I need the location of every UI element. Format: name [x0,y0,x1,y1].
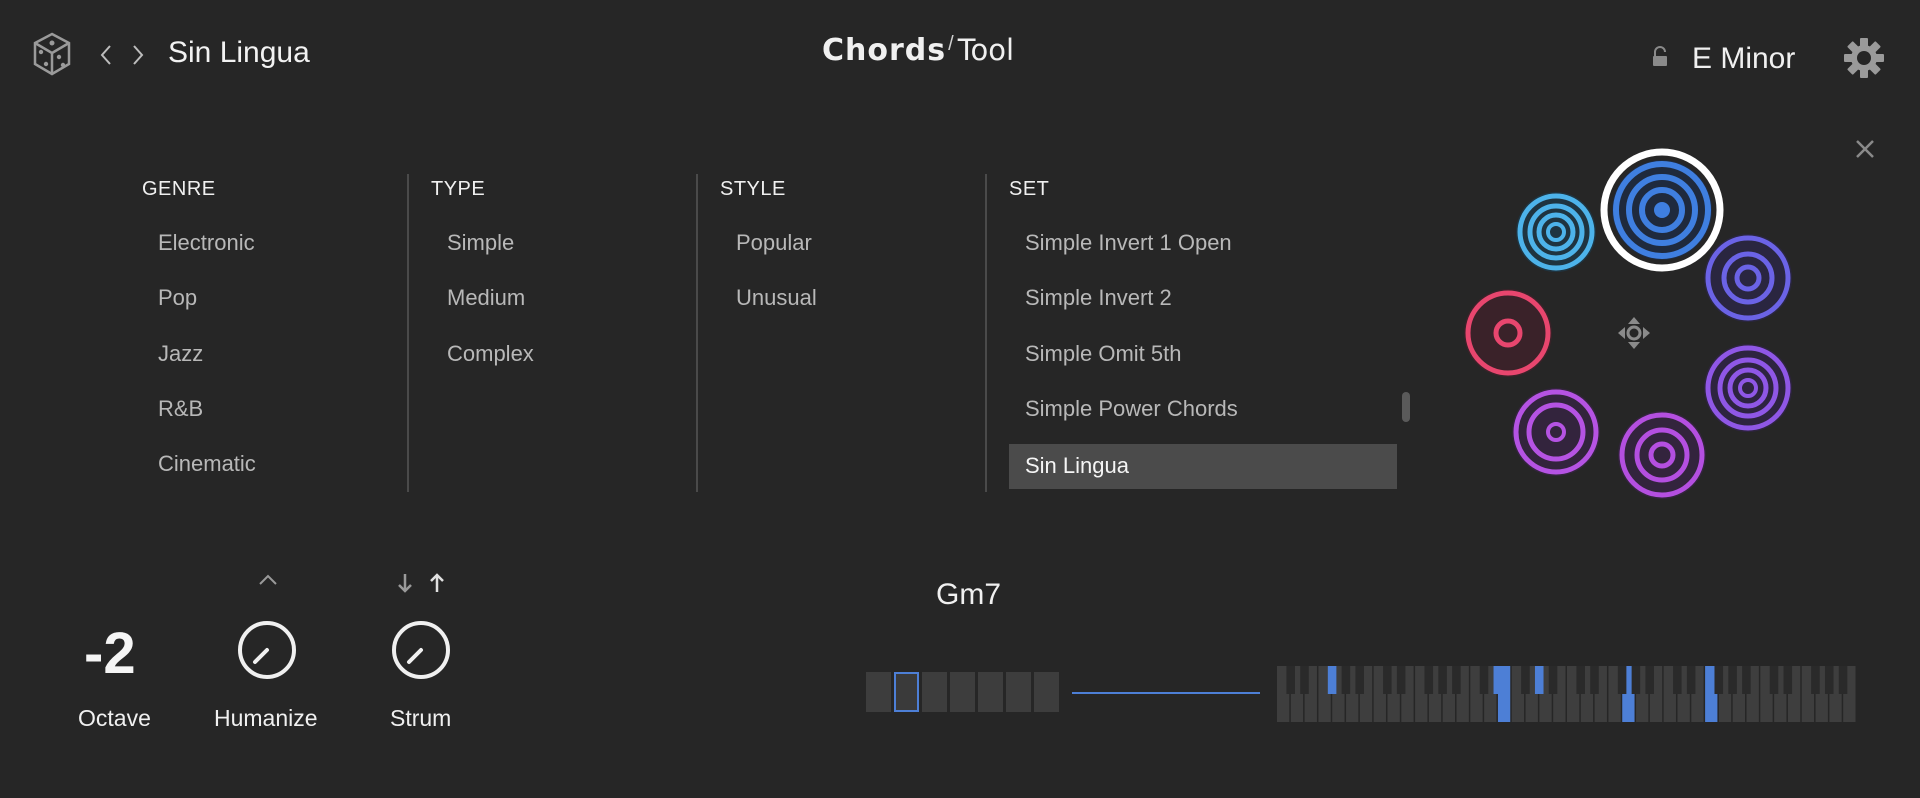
black-key[interactable] [1783,666,1793,694]
black-key[interactable] [1838,666,1848,694]
arrow-up-icon[interactable] [428,572,446,594]
type-item[interactable]: Simple [447,230,514,256]
step-cell[interactable] [866,672,891,712]
step-cell[interactable] [978,672,1003,712]
close-icon[interactable] [1852,136,1878,162]
strum-knob[interactable] [389,618,453,682]
black-key[interactable] [1617,666,1627,694]
chord-pad-5[interactable] [1704,344,1792,432]
column-heading-type: TYPE [431,178,486,200]
set-item[interactable]: Simple Omit 5th [1025,341,1182,367]
genre-item[interactable]: Jazz [158,341,203,367]
black-key[interactable] [1548,666,1558,694]
black-key[interactable] [1673,666,1682,694]
chord-pad-wheel [1440,130,1820,520]
black-key[interactable] [1479,666,1489,694]
logo-sub: Tool [957,33,1015,67]
type-item[interactable]: Complex [447,341,534,367]
genre-item[interactable]: R&B [158,396,203,422]
arrow-down-icon[interactable] [396,572,414,594]
app-logo: Chords / Tool [822,33,1014,73]
black-key[interactable] [1341,666,1351,694]
set-item-selected[interactable]: Sin Lingua [1009,444,1397,489]
step-cell[interactable] [1034,672,1059,712]
octave-label: Octave [78,705,151,731]
column-heading-set: SET [1009,178,1050,200]
black-key[interactable] [1383,666,1392,694]
chord-pad-3[interactable] [1704,234,1792,322]
strum-label: Strum [390,705,452,731]
preset-name[interactable]: Sin Lingua [168,36,310,70]
black-key[interactable] [1714,666,1724,694]
black-key[interactable] [1590,666,1599,694]
black-key[interactable] [1576,666,1585,694]
chord-pad-6[interactable] [1512,388,1600,476]
chord-name: Gm7 [936,578,1002,611]
black-key[interactable] [1645,666,1654,694]
black-key[interactable] [1631,666,1641,694]
chord-pad-1[interactable] [1516,192,1596,272]
black-key[interactable] [1811,666,1820,694]
strum-timeline [1072,692,1260,694]
black-key[interactable] [1728,666,1737,694]
humanize-label: Humanize [214,705,318,731]
logo-slash: / [948,33,954,55]
step-cell-active[interactable] [894,672,919,712]
logo-main: Chords [822,33,947,68]
move-icon[interactable] [1618,317,1650,349]
column-divider [985,174,987,492]
style-item[interactable]: Unusual [736,285,817,311]
black-key[interactable] [1300,666,1309,694]
black-key[interactable] [1327,666,1337,694]
key-selector[interactable]: E Minor [1692,42,1795,76]
black-key[interactable] [1355,666,1364,694]
black-key[interactable] [1438,666,1447,694]
chord-pad-7[interactable] [1618,411,1706,499]
set-item[interactable]: Simple Invert 2 [1025,285,1172,311]
black-key[interactable] [1424,666,1434,694]
octave-value[interactable]: -2 [84,620,136,687]
black-key[interactable] [1769,666,1779,694]
black-key[interactable] [1534,666,1544,694]
set-item[interactable]: Simple Invert 1 Open [1025,230,1232,256]
black-key[interactable] [1452,666,1461,694]
chord-pad-2-active[interactable] [1600,148,1724,272]
black-key[interactable] [1686,666,1696,694]
piano-keyboard[interactable] [1277,666,1857,722]
black-key[interactable] [1493,666,1503,694]
humanize-knob[interactable] [235,618,299,682]
column-divider [696,174,698,492]
gear-icon[interactable] [1842,36,1886,80]
chevron-right-icon[interactable] [126,40,150,70]
set-item-selected-label: Sin Lingua [1025,453,1129,478]
step-cell[interactable] [922,672,947,712]
chevron-left-icon[interactable] [94,40,118,70]
step-cell[interactable] [1006,672,1031,712]
genre-item[interactable]: Cinematic [158,451,256,477]
black-key[interactable] [1824,666,1834,694]
step-cell[interactable] [950,672,975,712]
chord-step-sequence [866,672,1059,712]
black-key[interactable] [1286,666,1295,694]
black-key[interactable] [1742,666,1751,694]
dice-icon[interactable] [32,32,72,76]
column-heading-style: STYLE [720,178,786,200]
black-key[interactable] [1396,666,1406,694]
set-item[interactable]: Simple Power Chords [1025,396,1238,422]
chord-pad-4[interactable] [1464,289,1552,377]
chevron-up-icon[interactable] [257,572,279,588]
type-item[interactable]: Medium [447,285,525,311]
black-key[interactable] [1521,666,1530,694]
set-list-scrollbar[interactable] [1402,392,1410,422]
genre-item[interactable]: Electronic [158,230,255,256]
style-item[interactable]: Popular [736,230,812,256]
lock-icon[interactable] [1650,46,1670,68]
column-divider [407,174,409,492]
genre-item[interactable]: Pop [158,285,197,311]
column-heading-genre: GENRE [142,178,216,200]
